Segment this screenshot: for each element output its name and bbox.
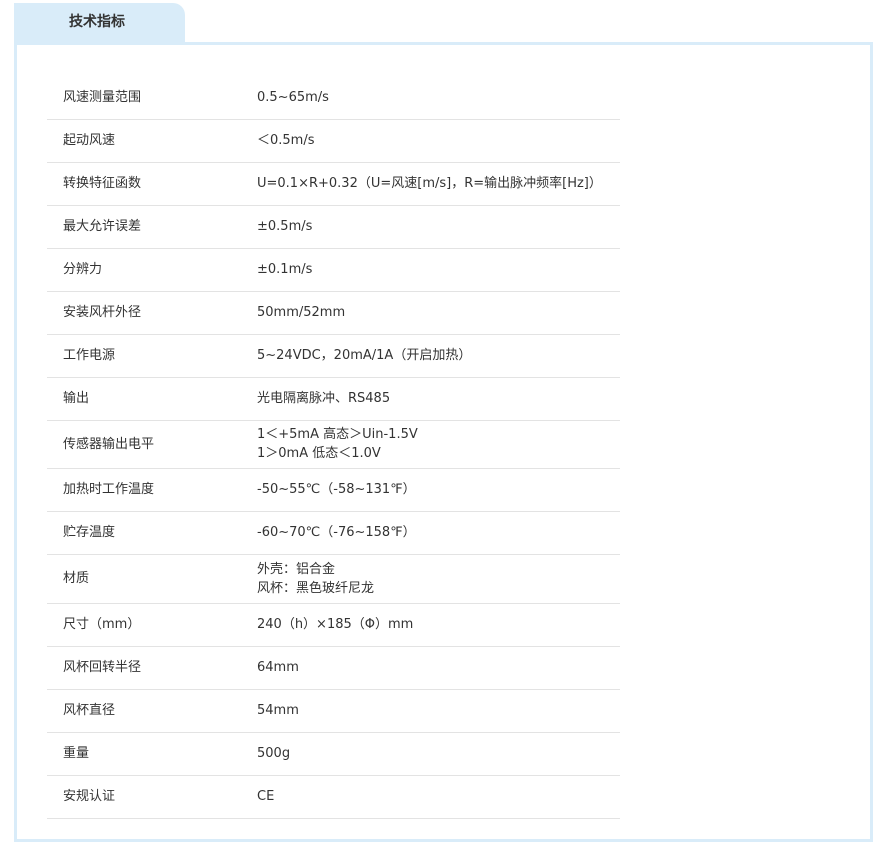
table-row: 贮存温度 -60~70℃（-76~158℉） [47,511,620,555]
spec-label: 尺寸（mm） [47,603,257,647]
spec-value: 54mm [257,689,620,733]
spec-value: CE [257,775,620,819]
table-row: 风杯回转半径 64mm [47,646,620,690]
spec-label: 分辨力 [47,248,257,292]
spec-label: 风速测量范围 [47,76,257,120]
spec-label: 安装风杆外径 [47,291,257,335]
spec-label: 重量 [47,732,257,776]
spec-value: 外壳：铝合金 风杯：黑色玻纤尼龙 [257,554,620,604]
spec-value: ＜0.5m/s [257,119,620,163]
table-row: 材质 外壳：铝合金 风杯：黑色玻纤尼龙 [47,554,620,604]
spec-value: 光电隔离脉冲、RS485 [257,377,620,421]
table-row: 安规认证 CE [47,775,620,819]
table-row: 重量 500g [47,732,620,776]
table-row: 起动风速 ＜0.5m/s [47,119,620,163]
spec-label: 贮存温度 [47,511,257,555]
specs-table: 风速测量范围 0.5~65m/s 起动风速 ＜0.5m/s 转换特征函数 U=0… [47,76,620,819]
spec-label: 最大允许误差 [47,205,257,249]
spec-label: 工作电源 [47,334,257,378]
spec-value: -50~55℃（-58~131℉） [257,468,620,512]
spec-value: 240（h）×185（Φ）mm [257,603,620,647]
spec-label: 安规认证 [47,775,257,819]
table-row: 工作电源 5~24VDC，20mA/1A（开启加热） [47,334,620,378]
spec-label: 风杯直径 [47,689,257,733]
spec-label: 输出 [47,377,257,421]
tab-technical-specs[interactable]: 技术指标 [14,3,185,43]
spec-label: 起动风速 [47,119,257,163]
spec-value: ±0.5m/s [257,205,620,249]
spec-label: 材质 [47,554,257,604]
spec-label: 风杯回转半径 [47,646,257,690]
spec-value: ±0.1m/s [257,248,620,292]
spec-label: 加热时工作温度 [47,468,257,512]
table-row: 分辨力 ±0.1m/s [47,248,620,292]
spec-value: 0.5~65m/s [257,76,620,120]
spec-value: 500g [257,732,620,776]
table-row: 风速测量范围 0.5~65m/s [47,76,620,120]
spec-value: 5~24VDC，20mA/1A（开启加热） [257,334,620,378]
table-row: 尺寸（mm） 240（h）×185（Φ）mm [47,603,620,647]
table-row: 风杯直径 54mm [47,689,620,733]
spec-label: 转换特征函数 [47,162,257,206]
table-row: 安装风杆外径 50mm/52mm [47,291,620,335]
spec-label: 传感器输出电平 [47,420,257,469]
spec-value: U=0.1×R+0.32（U=风速[m/s]，R=输出脉冲频率[Hz]） [257,162,620,206]
spec-value: 1＜+5mA 高态＞Uin-1.5V 1＞0mA 低态＜1.0V [257,420,620,469]
table-row: 加热时工作温度 -50~55℃（-58~131℉） [47,468,620,512]
spec-value: -60~70℃（-76~158℉） [257,511,620,555]
table-row: 传感器输出电平 1＜+5mA 高态＞Uin-1.5V 1＞0mA 低态＜1.0V [47,420,620,469]
table-row: 转换特征函数 U=0.1×R+0.32（U=风速[m/s]，R=输出脉冲频率[H… [47,162,620,206]
spec-value: 64mm [257,646,620,690]
table-row: 最大允许误差 ±0.5m/s [47,205,620,249]
table-row: 输出 光电隔离脉冲、RS485 [47,377,620,421]
spec-value: 50mm/52mm [257,291,620,335]
